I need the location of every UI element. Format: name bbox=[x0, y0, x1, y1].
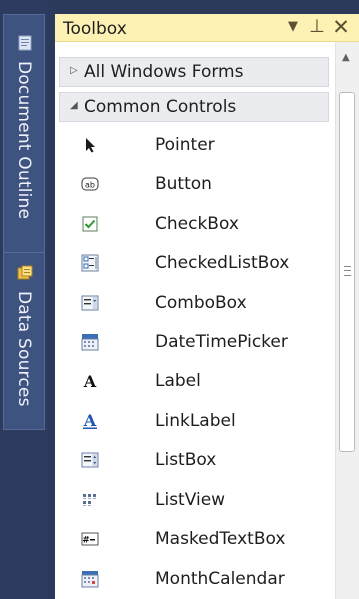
window-position-dropdown-icon[interactable]: ▼ bbox=[283, 16, 303, 38]
toolbox-item-label: LinkLabel bbox=[155, 411, 236, 431]
toolbox-item-combobox[interactable]: ComboBox bbox=[55, 284, 333, 322]
toolbox-item-label: Pointer bbox=[155, 135, 215, 155]
toolbox-item-label: DateTimePicker bbox=[155, 332, 288, 352]
auto-hide-pin-icon[interactable]: ⊥ bbox=[307, 16, 327, 38]
group-common-controls[interactable]: ◢ Common Controls bbox=[59, 92, 329, 122]
combobox-icon bbox=[81, 295, 99, 311]
toolbox-item-monthcalendar[interactable]: MonthCalendar bbox=[55, 560, 333, 598]
maskedtextbox-icon: # bbox=[81, 532, 99, 546]
svg-text:A: A bbox=[83, 412, 97, 430]
vertical-scrollbar[interactable]: ▲ bbox=[335, 42, 359, 599]
side-tab-strip: Document Outline Data Sources bbox=[0, 0, 48, 599]
close-icon[interactable]: ✕ bbox=[331, 16, 351, 38]
side-tab-document-outline[interactable]: Document Outline bbox=[3, 14, 45, 258]
toolbox-item-datetimepicker[interactable]: DateTimePicker bbox=[55, 323, 333, 361]
svg-text:#: # bbox=[82, 536, 90, 546]
pointer-icon bbox=[86, 138, 95, 153]
group-label: Common Controls bbox=[84, 97, 237, 117]
toolbox-item-linklabel[interactable]: A LinkLabel bbox=[55, 402, 333, 440]
toolbox-item-listview[interactable]: ListView bbox=[55, 481, 333, 519]
document-outline-icon bbox=[18, 35, 32, 51]
toolbox-window: Toolbox ▼ ⊥ ✕ ▷ All Windows Forms ◢ Comm… bbox=[55, 14, 359, 599]
side-tab-label: Document Outline bbox=[14, 61, 34, 220]
side-tab-data-sources[interactable]: Data Sources bbox=[3, 252, 45, 430]
checkbox-icon bbox=[82, 216, 98, 232]
toolbox-item-listbox[interactable]: ListBox bbox=[55, 441, 333, 479]
listview-icon bbox=[83, 494, 96, 506]
toolbox-title: Toolbox bbox=[63, 19, 127, 39]
toolbox-item-label: MaskedTextBox bbox=[155, 529, 286, 549]
toolbox-title-bar: Toolbox ▼ ⊥ ✕ bbox=[55, 14, 359, 42]
toolbox-item-label: Button bbox=[155, 174, 212, 194]
collapsed-arrow-icon: ▷ bbox=[70, 65, 78, 76]
toolbox-item-label: MonthCalendar bbox=[155, 569, 285, 589]
toolbox-item-label: CheckedListBox bbox=[155, 253, 290, 273]
data-sources-icon bbox=[17, 265, 33, 280]
toolbox-item-label[interactable]: A Label bbox=[55, 362, 333, 400]
toolbox-item-label: CheckBox bbox=[155, 214, 239, 234]
expanded-arrow-icon: ◢ bbox=[70, 100, 78, 111]
toolbox-list: ▷ All Windows Forms ◢ Common Controls Po… bbox=[55, 42, 335, 599]
toolbox-item-maskedtextbox[interactable]: # MaskedTextBox bbox=[55, 520, 333, 558]
listbox-icon bbox=[81, 452, 99, 468]
label-icon: A bbox=[83, 372, 97, 390]
toolbox-item-label: ComboBox bbox=[155, 293, 247, 313]
scrollbar-thumb[interactable] bbox=[339, 92, 355, 452]
svg-text:A: A bbox=[83, 372, 97, 390]
scroll-up-arrow-icon[interactable]: ▲ bbox=[342, 52, 350, 63]
scrollbar-grip-icon bbox=[344, 266, 351, 276]
button-icon: ab bbox=[81, 177, 99, 191]
monthcalendar-icon bbox=[81, 571, 99, 588]
toolbox-item-checkbox[interactable]: CheckBox bbox=[55, 205, 333, 243]
toolbox-item-pointer[interactable]: Pointer bbox=[55, 126, 333, 164]
group-label: All Windows Forms bbox=[84, 62, 244, 82]
side-tab-label: Data Sources bbox=[14, 291, 34, 407]
checkedlistbox-icon bbox=[81, 254, 99, 272]
toolbox-item-label: ListBox bbox=[155, 450, 217, 470]
toolbox-item-button[interactable]: ab Button bbox=[55, 165, 333, 203]
toolbox-item-label: Label bbox=[155, 371, 201, 391]
toolbox-item-label: ListView bbox=[155, 490, 226, 510]
linklabel-icon: A bbox=[83, 412, 97, 430]
group-all-windows-forms[interactable]: ▷ All Windows Forms bbox=[59, 57, 329, 87]
toolbox-item-checkedlistbox[interactable]: CheckedListBox bbox=[55, 244, 333, 282]
svg-text:ab: ab bbox=[85, 181, 95, 190]
datetimepicker-icon bbox=[81, 334, 99, 351]
